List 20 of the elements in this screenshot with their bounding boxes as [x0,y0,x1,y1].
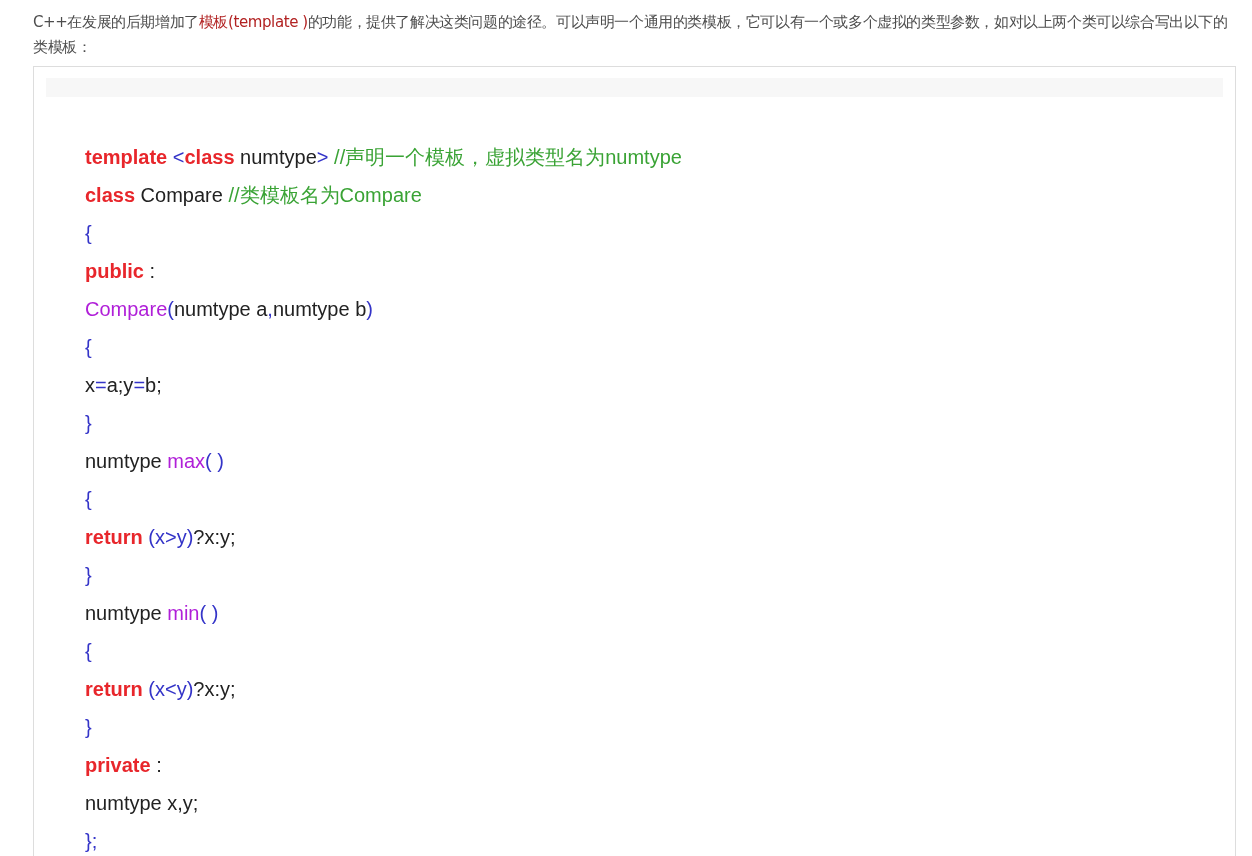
code-line: { [85,487,93,512]
code-line: template <class numtype> //声明一个模板，虚拟类型名为numtype [85,145,683,170]
code-line: { [85,221,93,246]
code-line: } [85,563,93,588]
code-line: public : [85,259,156,284]
code-line: } [85,411,93,436]
code-line: return (x>y)?x:y; [85,525,237,550]
code-line: numtype min( ) [85,601,220,626]
code-line: class Compare //类模板名为Compare [85,183,423,208]
code-line: Compare(numtype a,numtype b) [85,297,374,322]
intro-paragraph: C++在发展的后期增加了模板(template )的功能，提供了解决这类问题的途径。可以声明一个通用的类模板，它可以有一个或多个虚拟的类型参数，如对以上两个类可以综合写出以下的类模板： [33,12,1229,58]
code-line: private : [85,753,163,778]
code-line: numtype max( ) [85,449,225,474]
code-line: numtype x,y; [85,791,200,816]
code-line: return (x<y)?x:y; [85,677,237,702]
code-line: } [85,715,93,740]
code-line: }; [85,829,99,854]
code-line: x=a;y=b; [85,373,163,398]
code-line: { [85,639,93,664]
code-line: { [85,335,93,360]
